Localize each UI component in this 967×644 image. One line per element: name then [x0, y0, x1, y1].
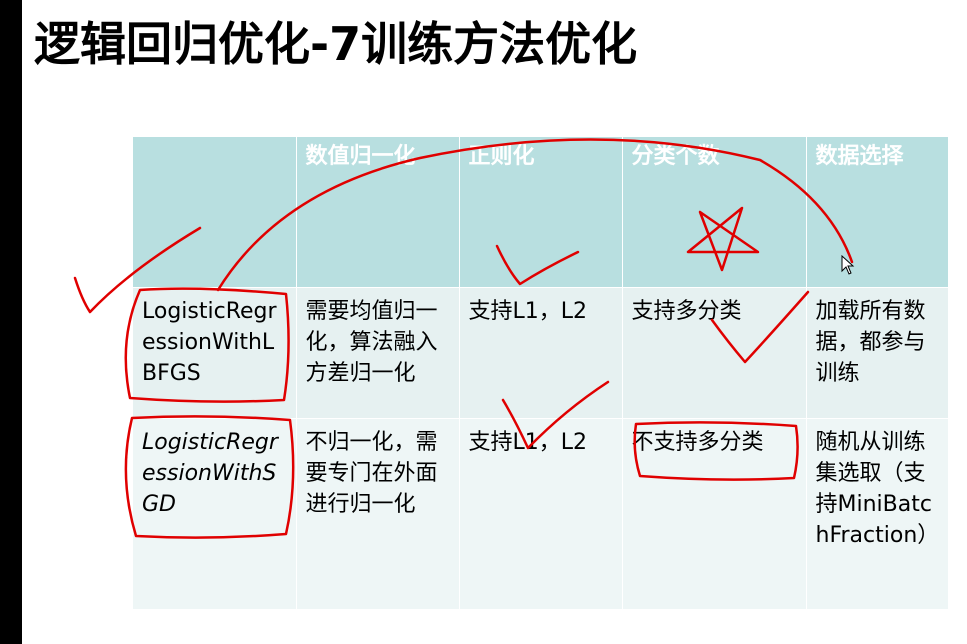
num-classes-cell: 支持多分类 — [622, 287, 807, 419]
header-cell-method — [133, 137, 297, 288]
data-selection-cell: 加载所有数据，都参与训练 — [806, 287, 949, 419]
normalization-cell: 不归一化，需要专门在外面进行归一化 — [296, 418, 460, 610]
table-row: LogisticRegressionWithLBFGS 需要均值归一化，算法融入… — [133, 287, 949, 419]
comparison-table: 数值归一化 正则化 分类个数 数据选择 LogisticRegressionWi… — [133, 137, 949, 610]
data-selection-cell: 随机从训练集选取（支持MiniBatchFraction） — [806, 418, 949, 610]
regularization-cell: 支持L1，L2 — [459, 418, 623, 610]
normalization-cell: 需要均值归一化，算法融入方差归一化 — [296, 287, 460, 419]
header-cell-data-selection: 数据选择 — [806, 137, 949, 288]
left-edge-bar — [0, 0, 22, 644]
slide-title: 逻辑回归优化-7训练方法优化 — [34, 17, 638, 71]
header-cell-regularization: 正则化 — [459, 137, 623, 288]
regularization-cell: 支持L1，L2 — [459, 287, 623, 419]
table-header-row: 数值归一化 正则化 分类个数 数据选择 — [133, 137, 949, 288]
header-cell-normalization: 数值归一化 — [296, 137, 460, 288]
header-cell-num-classes: 分类个数 — [622, 137, 807, 288]
num-classes-cell: 不支持多分类 — [622, 418, 807, 610]
table-row: LogisticRegressionWithSGD 不归一化，需要专门在外面进行… — [133, 418, 949, 610]
method-cell-lbfgs: LogisticRegressionWithLBFGS — [133, 287, 297, 419]
mouse-pointer-icon — [841, 255, 855, 275]
method-cell-sgd: LogisticRegressionWithSGD — [133, 418, 297, 610]
